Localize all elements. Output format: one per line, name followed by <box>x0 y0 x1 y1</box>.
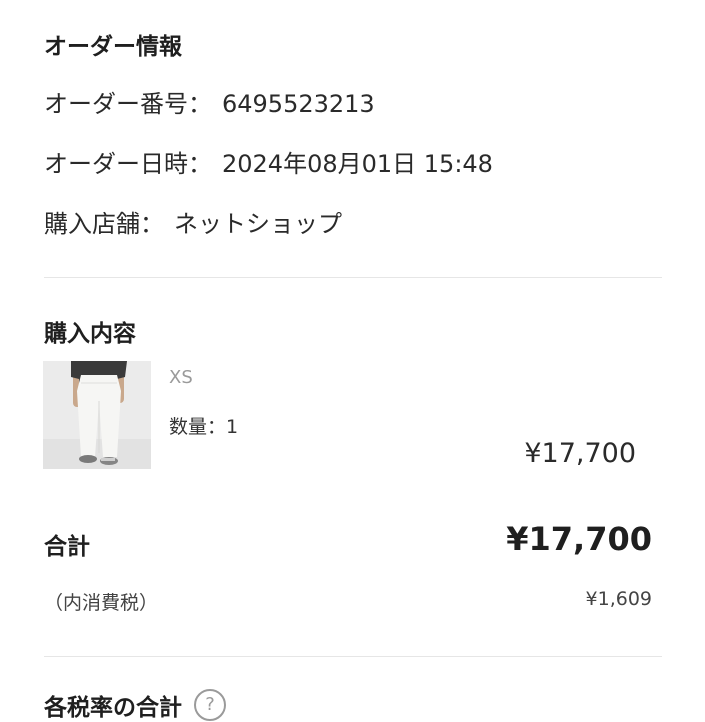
item-quantity-value: 1 <box>226 416 239 438</box>
item-quantity-row: 数量：1 <box>169 412 238 439</box>
order-number-label: オーダー番号： <box>44 90 212 118</box>
tax-value: ¥1,609 <box>585 588 652 610</box>
order-info-title: オーダー情報 <box>44 34 182 60</box>
order-datetime-row: オーダー日時： 2024年08月01日 15:48 <box>44 144 493 179</box>
store-value: ネットショップ <box>174 210 342 238</box>
total-value: ¥17,700 <box>506 520 652 558</box>
order-datetime-label: オーダー日時： <box>44 150 212 178</box>
purchase-title: 購入内容 <box>44 321 136 347</box>
divider <box>44 656 662 657</box>
question-circle-icon[interactable]: ? <box>194 689 226 721</box>
order-detail-page: オーダー情報 オーダー番号： 6495523213 オーダー日時： 2024年08月… <box>0 0 705 721</box>
item-quantity-label: 数量： <box>169 416 227 438</box>
item-size: XS <box>169 367 193 388</box>
total-label: 合計 <box>44 534 90 560</box>
order-number-value: 6495523213 <box>222 90 375 118</box>
divider <box>44 277 662 278</box>
store-row: 購入店舗： ネットショップ <box>44 204 342 239</box>
product-photo-icon <box>43 361 151 469</box>
order-number-row: オーダー番号： 6495523213 <box>44 84 375 119</box>
tax-rate-title-text: 各税率の合計 <box>44 695 182 721</box>
item-price: ¥17,700 <box>524 438 636 469</box>
product-image[interactable] <box>43 361 151 469</box>
tax-label: （内消費税） <box>44 592 159 614</box>
store-label: 購入店舗： <box>44 210 164 238</box>
tax-rate-section-title: 各税率の合計 ? <box>44 688 226 722</box>
order-datetime-value: 2024年08月01日 15:48 <box>222 150 493 178</box>
